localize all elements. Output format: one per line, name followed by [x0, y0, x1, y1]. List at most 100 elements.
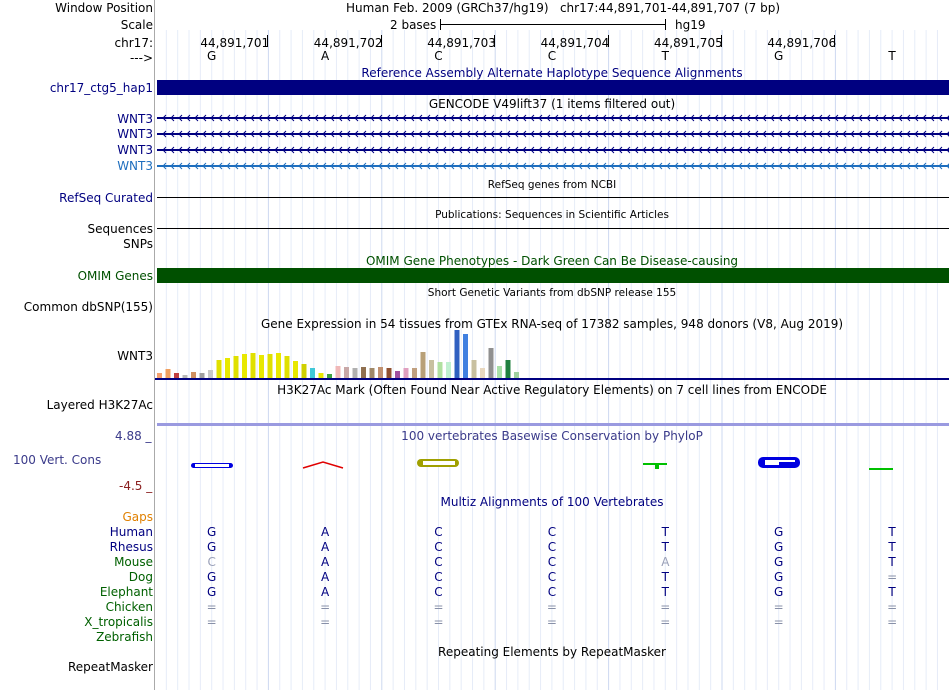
species-base: = [660, 600, 671, 614]
phylop-track-label[interactable]: 100 Vert. Cons [13, 453, 101, 467]
species-label[interactable]: Chicken [106, 600, 153, 614]
species-base: A [320, 585, 330, 599]
gtex-tissue-bar [182, 375, 188, 378]
species-base: = [206, 600, 217, 614]
species-label[interactable]: X_tropicalis [84, 615, 153, 629]
gtex-tissue-bar [480, 368, 485, 378]
gtex-tissue-bar [216, 360, 222, 378]
species-base: A [320, 555, 330, 569]
gtex-tissue-bar [242, 354, 247, 378]
reference-base: C [547, 49, 557, 63]
ruler-tick [380, 35, 382, 47]
gencode-gene-3[interactable]: WNT3 [117, 143, 153, 157]
h3k27ac-track-title[interactable]: H3K27Ac Mark (Often Found Near Active Re… [277, 383, 827, 397]
ruler-coordinate[interactable]: 44,891,704 [541, 36, 610, 50]
pubs-track-title[interactable]: Publications: Sequences in Scientific Ar… [435, 208, 669, 222]
pubs-line[interactable] [157, 228, 949, 229]
h3k27ac-track-label[interactable]: Layered H3K27Ac [47, 398, 153, 412]
scale-bar-left-tick [440, 19, 441, 30]
species-base: A [320, 570, 330, 584]
species-label[interactable]: Dog [129, 570, 153, 584]
ruler-tick [721, 35, 722, 47]
species-base: = [546, 615, 557, 629]
h3k27ac-signal[interactable] [157, 423, 949, 426]
phylop-track-title[interactable]: 100 vertebrates Basewise Conservation by… [401, 429, 703, 443]
gtex-tissue-bar [310, 368, 315, 378]
gencode-gene-1[interactable]: WNT3 [117, 112, 153, 126]
gencode-transcript-2[interactable] [157, 129, 949, 139]
multiz-track-title[interactable]: Multiz Alignments of 100 Vertebrates [440, 495, 663, 509]
gtex-tissue-bar [386, 368, 392, 378]
species-label[interactable]: Mouse [114, 555, 153, 569]
reference-base: A [320, 49, 330, 63]
repeatmasker-track-title[interactable]: Repeating Elements by RepeatMasker [438, 645, 666, 659]
omim-track-title[interactable]: OMIM Gene Phenotypes - Dark Green Can Be… [366, 254, 738, 268]
ruler-coordinate[interactable]: 44,891,705 [654, 36, 723, 50]
phylop-logos[interactable] [155, 452, 950, 476]
gtex-tissue-bar [191, 372, 196, 378]
hap-alignment-bar[interactable] [157, 80, 949, 95]
species-base: = [433, 600, 444, 614]
gtex-tissue-bar [301, 364, 307, 378]
gencode-transcript-3[interactable] [157, 145, 949, 155]
chrom-label: chr17: [114, 36, 153, 50]
gtex-tissue-bar [318, 373, 324, 378]
gtex-tissue-bar [412, 368, 417, 378]
scale-db: hg19 [675, 18, 706, 32]
gtex-tissue-bar [276, 353, 281, 378]
gtex-tissue-bar [284, 356, 290, 378]
gtex-tissue-bar [344, 367, 349, 378]
scale-bar [440, 24, 666, 25]
snps-label[interactable]: SNPs [123, 237, 153, 251]
species-base: G [774, 570, 784, 584]
species-base: C [547, 570, 557, 584]
species-base: T [888, 555, 896, 569]
ruler-tick [494, 35, 496, 47]
refseq-line[interactable] [157, 197, 949, 198]
gencode-track-title[interactable]: GENCODE V49lift37 (1 items filtered out) [429, 97, 675, 111]
dbsnp-track-label[interactable]: Common dbSNP(155) [24, 300, 153, 314]
species-base: = [660, 615, 671, 629]
dbsnp-track-title[interactable]: Short Genetic Variants from dbSNP releas… [428, 286, 676, 300]
ruler-coordinate[interactable]: 44,891,701 [200, 36, 269, 50]
ruler-coordinate[interactable]: 44,891,702 [314, 36, 383, 50]
position-text: Human Feb. 2009 (GRCh37/hg19) chr17:44,8… [346, 1, 781, 15]
species-label[interactable]: Rhesus [110, 540, 153, 554]
gencode-transcript-1[interactable] [157, 113, 949, 123]
phylop-logo-t [643, 463, 667, 469]
gencode-gene-2[interactable]: WNT3 [117, 127, 153, 141]
gtex-tissue-bar [395, 371, 400, 378]
phylop-logo-g [191, 463, 233, 468]
species-label[interactable]: Human [110, 525, 153, 539]
species-label[interactable]: Zebrafish [96, 630, 153, 644]
pubs-track-label[interactable]: Sequences [88, 222, 153, 236]
strand-label: ---> [129, 51, 153, 65]
species-base: A [320, 540, 330, 554]
gtex-tissue-bar [497, 366, 502, 378]
gtex-tissue-bar [403, 368, 409, 378]
refseq-track-title[interactable]: RefSeq genes from NCBI [488, 178, 616, 192]
gencode-transcript-4[interactable] [157, 161, 949, 171]
refseq-track-label[interactable]: RefSeq Curated [59, 191, 153, 205]
species-base: G [207, 570, 217, 584]
reference-base: G [207, 49, 217, 63]
gtex-tissue-bar [208, 370, 213, 378]
repeatmasker-track-label[interactable]: RepeatMasker [68, 660, 153, 674]
scale-text: 2 bases [390, 18, 437, 32]
omim-gene-bar[interactable] [157, 268, 949, 283]
hap-track-label[interactable]: chr17_ctg5_hap1 [50, 81, 153, 95]
gencode-gene-4[interactable]: WNT3 [117, 159, 153, 173]
hap-track-title[interactable]: Reference Assembly Alternate Haplotype S… [361, 66, 742, 80]
omim-track-label[interactable]: OMIM Genes [78, 269, 153, 283]
species-label[interactable]: Elephant [100, 585, 153, 599]
gtex-track-label[interactable]: WNT3 [117, 349, 153, 363]
gtex-tissue-bar [361, 367, 366, 378]
ruler-tick [607, 35, 609, 47]
species-base: = [206, 615, 217, 629]
species-base: = [887, 600, 898, 614]
gtex-tissue-bar [471, 360, 477, 378]
gtex-tissue-barchart[interactable] [155, 328, 950, 380]
ruler-coordinate[interactable]: 44,891,706 [767, 36, 836, 50]
reference-base: G [774, 49, 784, 63]
ruler-coordinate[interactable]: 44,891,703 [427, 36, 496, 50]
